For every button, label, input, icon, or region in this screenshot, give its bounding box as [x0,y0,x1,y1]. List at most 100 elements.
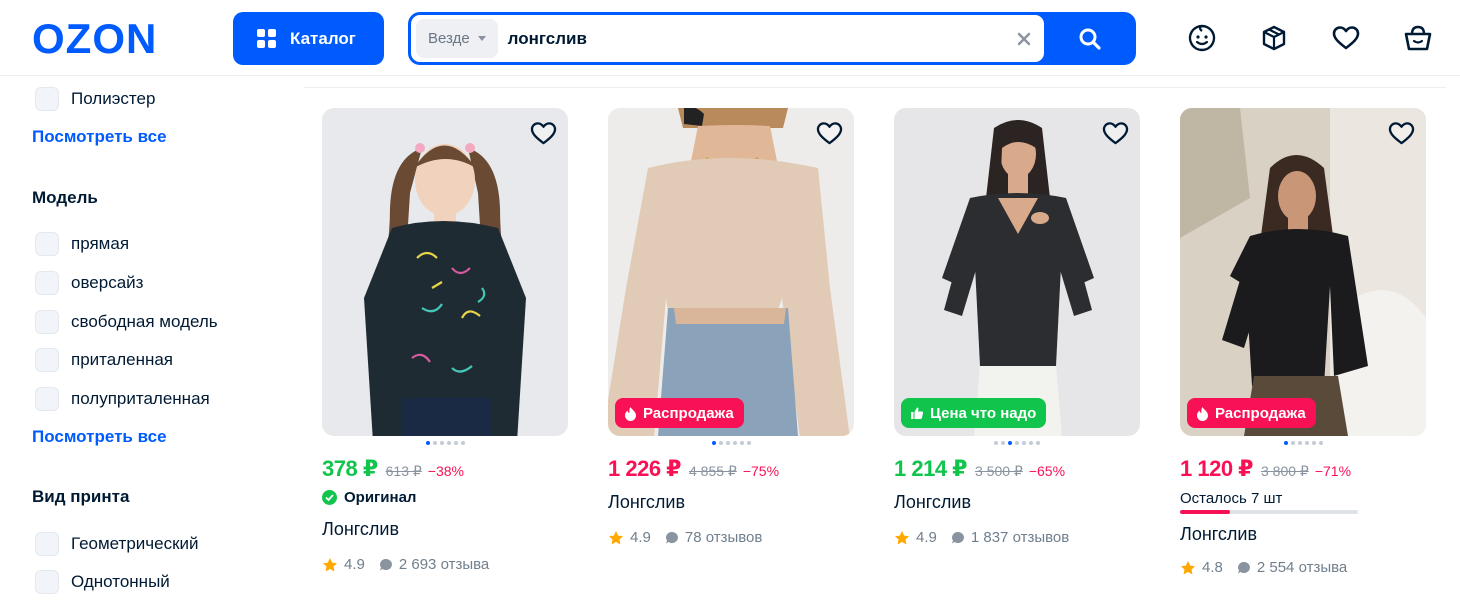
catalog-button[interactable]: Каталог [233,12,384,65]
product-image[interactable] [322,108,568,436]
price: 1 120 ₽ [1180,456,1253,481]
product-title[interactable]: Лонгслив [608,492,685,513]
original-text: Оригинал [344,489,417,506]
search-input[interactable]: лонгслив [508,29,1006,49]
comment-icon [379,558,393,572]
heart-icon[interactable] [1330,22,1362,54]
stock-progress-bar [1180,510,1358,514]
good-price-badge: Цена что надо [901,398,1047,428]
heart-icon[interactable] [1100,118,1130,148]
old-price: 613 ₽ [385,463,422,479]
filter-option-fitted[interactable]: приталенная [35,347,173,373]
badge-label: Распродажа [643,404,734,422]
checkbox[interactable] [35,570,59,594]
checkmark-icon [322,490,337,505]
price: 1 226 ₽ [608,456,681,481]
star-icon [1180,560,1196,576]
emoji-smile-icon[interactable] [1186,22,1218,54]
discount: −65% [1028,463,1066,479]
flame-icon [1196,406,1209,421]
ozon-logo[interactable]: OZON [32,15,190,62]
search-scope-dropdown[interactable]: Везде [416,19,498,58]
product-image[interactable]: Распродажа [1180,108,1426,436]
checkbox[interactable] [35,232,59,256]
rating-value: 4.8 [1202,559,1223,576]
model-filter-title: Модель [32,188,98,207]
filter-option-oversize[interactable]: оверсайз [35,270,143,296]
image-carousel-dots[interactable] [322,439,568,447]
model-see-all-link[interactable]: Посмотреть все [32,427,167,447]
product-image[interactable]: Распродажа [608,108,854,436]
badge-label: Распродажа [1215,404,1306,422]
search-button[interactable] [1044,12,1136,65]
filter-option-semi-fitted[interactable]: полуприталенная [35,386,210,412]
old-price: 4 855 ₽ [688,463,737,479]
checkbox[interactable] [35,271,59,295]
discount: −38% [427,463,464,479]
product-card[interactable]: Распродажа 1 120 ₽ 3 800 ₽ −71% Осталось… [1180,108,1426,598]
filter-option-label: Геометрический [71,534,199,553]
price-row: 1 214 ₽ 3 500 ₽ −65% [894,456,1065,482]
rating-row: 4.9 78 отзывов [608,529,762,546]
heart-icon[interactable] [1386,118,1416,148]
price-row: 1 226 ₽ 4 855 ₽ −75% [608,456,779,482]
search-scope-label: Везде [428,30,470,47]
product-title[interactable]: Лонгслив [322,519,399,540]
comment-icon [665,531,679,545]
old-price: 3 800 ₽ [1260,463,1309,479]
checkbox[interactable] [35,387,59,411]
comment-icon [1237,561,1251,575]
reviews-count[interactable]: 2 554 отзыва [1257,559,1347,576]
badge-label: Цена что надо [930,404,1037,422]
checkbox[interactable] [35,87,59,111]
filter-option-label: Полиэстер [71,89,156,108]
product-card[interactable]: 378 ₽ 613 ₽ −38% Оригинал Лонгслив 4.9 2… [322,108,568,598]
filter-option-loose[interactable]: свободная модель [35,309,218,335]
checkbox[interactable] [35,532,59,556]
stock-left-label: Осталось 7 шт [1180,490,1283,507]
product-image[interactable]: Цена что надо [894,108,1140,436]
divider [304,87,1446,88]
search-bar: Везде лонгслив [408,12,1136,65]
clear-search-icon[interactable] [1006,21,1042,57]
image-carousel-dots[interactable] [608,439,854,447]
original-label: Оригинал [322,489,416,506]
package-box-icon[interactable] [1258,22,1290,54]
reviews-count[interactable]: 2 693 отзыва [399,556,489,573]
comment-icon [951,531,965,545]
reviews-count[interactable]: 1 837 отзывов [971,529,1069,546]
star-icon [894,530,910,546]
checkbox[interactable] [35,348,59,372]
filter-option-polyester[interactable]: Полиэстер [35,86,155,112]
filter-option-label: Однотонный [71,572,170,591]
caret-down-icon [477,36,486,41]
rating-row: 4.8 2 554 отзыва [1180,559,1347,576]
heart-icon[interactable] [814,118,844,148]
svg-text:OZON: OZON [32,18,157,60]
reviews-count[interactable]: 78 отзывов [685,529,763,546]
rating-value: 4.9 [344,556,365,573]
discount: −71% [1314,463,1352,479]
discount: −75% [742,463,780,479]
filter-option-geometric[interactable]: Геометрический [35,531,199,557]
thumbs-up-icon [910,406,924,420]
heart-icon[interactable] [528,118,558,148]
filter-option-label: приталенная [71,350,174,369]
catalog-label: Каталог [290,28,356,48]
product-title[interactable]: Лонгслив [1180,524,1257,545]
product-card[interactable]: Распродажа 1 226 ₽ 4 855 ₽ −75% Лонгслив… [608,108,854,598]
product-card[interactable]: Цена что надо 1 214 ₽ 3 500 ₽ −65% Лонгс… [894,108,1140,598]
stock-progress-fill [1180,510,1230,514]
product-title[interactable]: Лонгслив [894,492,971,513]
filter-option-straight[interactable]: прямая [35,231,129,257]
rating-value: 4.9 [916,529,937,546]
filter-option-label: свободная модель [71,312,218,331]
checkbox[interactable] [35,310,59,334]
image-carousel-dots[interactable] [894,439,1140,447]
image-carousel-dots[interactable] [1180,439,1426,447]
filter-option-plain[interactable]: Однотонный [35,569,170,595]
shopping-bag-icon[interactable] [1402,22,1434,54]
rating-row: 4.9 2 693 отзыва [322,556,489,573]
search-field-wrap: Везде лонгслив [411,15,1044,62]
material-see-all-link[interactable]: Посмотреть все [32,127,167,147]
